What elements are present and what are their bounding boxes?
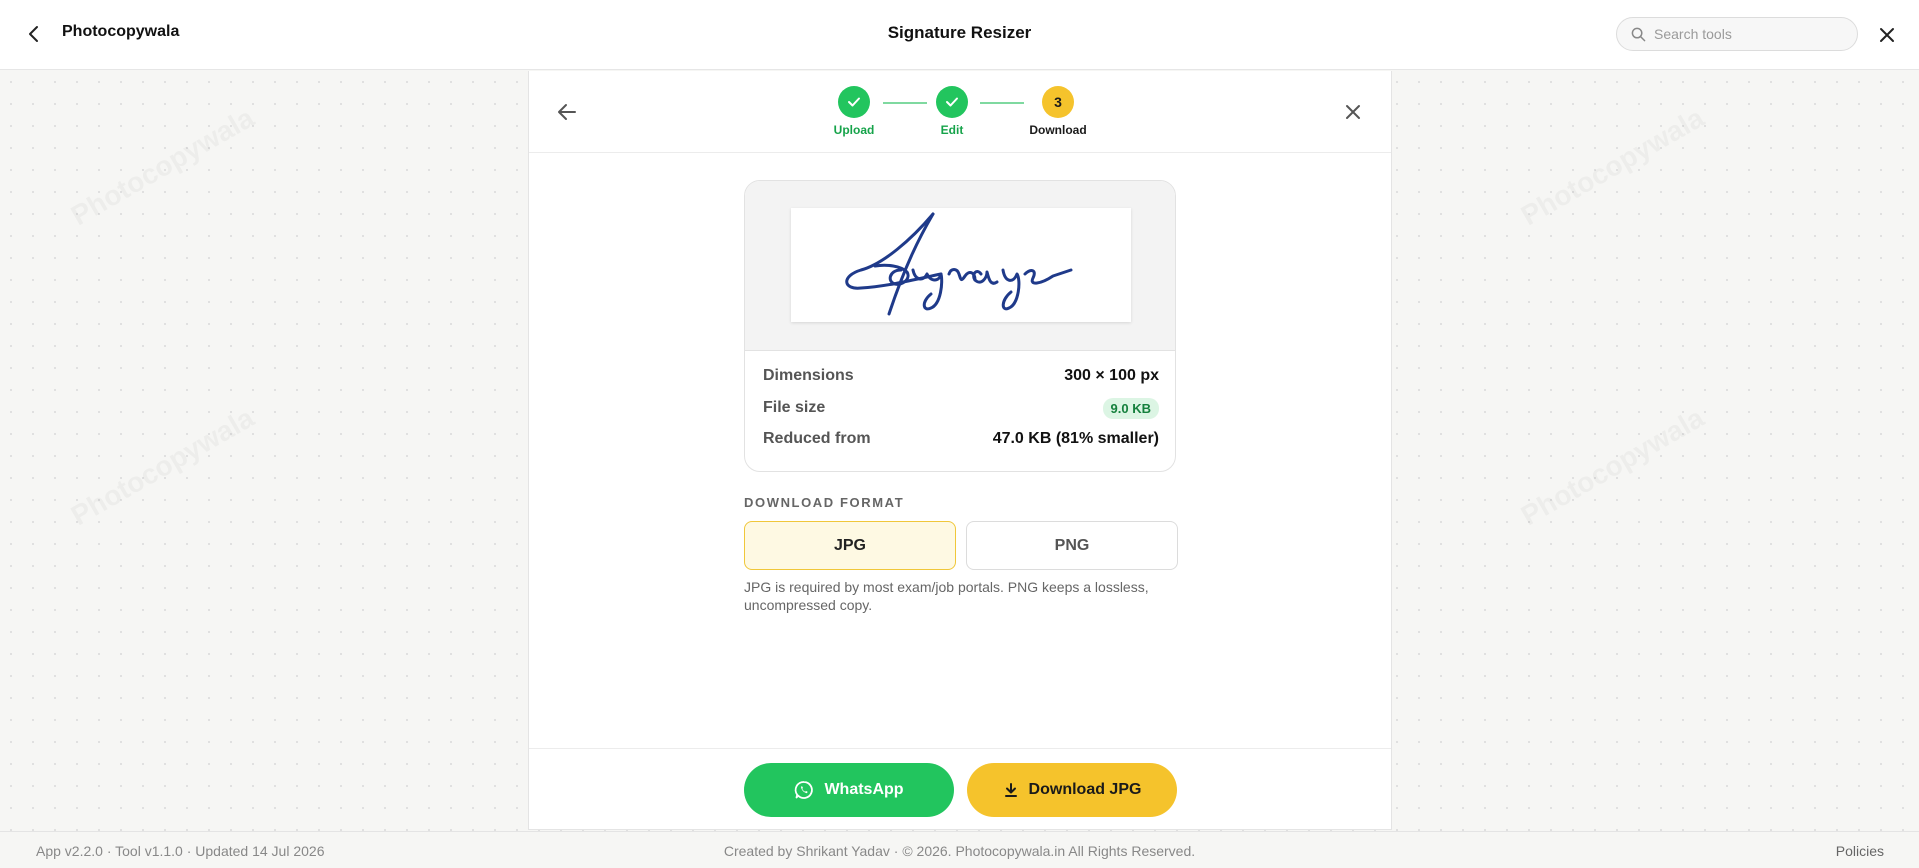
policies-link[interactable]: Policies [1836,843,1884,859]
step-download: 3 Download [1018,86,1098,137]
file-size-badge: 9.0 KB [1102,397,1159,419]
step-upload: Upload [814,86,894,137]
search-box[interactable] [1616,17,1858,51]
signature-preview-area [745,181,1175,351]
step-label: Download [1029,123,1087,137]
panel-back-button[interactable] [553,98,581,126]
file-size-row: File size 9.0 KB [763,396,1159,420]
reduced-from-value: 47.0 KB (81% smaller) [992,430,1159,447]
stepper-header: Upload Edit 3 Download [529,71,1391,153]
page-footer: App v2.2.0 · Tool v1.1.0 · Updated 14 Ju… [0,831,1919,868]
reduced-from-label: Reduced from [763,430,871,447]
top-bar: Photocopywala Signature Resizer [0,0,1919,70]
step-done-indicator [936,86,968,118]
close-icon [1346,105,1360,119]
download-button[interactable]: Download JPG [967,763,1177,817]
step-number: 3 [1042,86,1074,118]
close-icon [1880,28,1894,42]
dimensions-row: Dimensions 300 × 100 px [763,364,1159,388]
file-size-label: File size [763,399,826,416]
watermark: Photocopywala [66,102,260,232]
watermark: Photocopywala [1516,102,1710,232]
arrow-left-icon [558,104,576,120]
search-input[interactable] [1654,26,1844,42]
check-icon [946,97,958,107]
dimensions-label: Dimensions [763,367,854,384]
panel-close-button[interactable] [1339,98,1367,126]
step-done-indicator [838,86,870,118]
download-format-heading: DOWNLOAD FORMAT [744,495,905,510]
watermark: Photocopywala [1516,402,1710,532]
format-jpg-button[interactable]: JPG [744,521,956,570]
result-card: Dimensions 300 × 100 px File size 9.0 KB… [744,180,1176,472]
close-button[interactable] [1873,21,1901,49]
whatsapp-icon [795,781,814,799]
download-icon [1004,783,1017,797]
format-note: JPG is required by most exam/job portals… [744,579,1149,613]
check-icon [848,97,860,107]
download-label: Download JPG [1028,781,1142,798]
tool-panel: Upload Edit 3 Download Dimensions 300 × … [528,71,1392,830]
whatsapp-button[interactable]: WhatsApp [744,763,954,817]
step-edit: Edit [912,86,992,137]
signature-image [791,208,1131,322]
action-bar: WhatsApp Download JPG [529,748,1391,830]
watermark: Photocopywala [66,402,260,532]
search-icon [1631,27,1646,41]
format-png-button[interactable]: PNG [966,521,1178,570]
dimensions-value: 300 × 100 px [1064,367,1159,384]
step-label: Edit [940,123,964,137]
copyright-text: Created by Shrikant Yadav · © 2026. Phot… [723,843,1196,859]
whatsapp-label: WhatsApp [824,781,904,798]
reduced-from-row: Reduced from 47.0 KB (81% smaller) [763,427,1159,451]
step-label: Upload [833,123,875,137]
